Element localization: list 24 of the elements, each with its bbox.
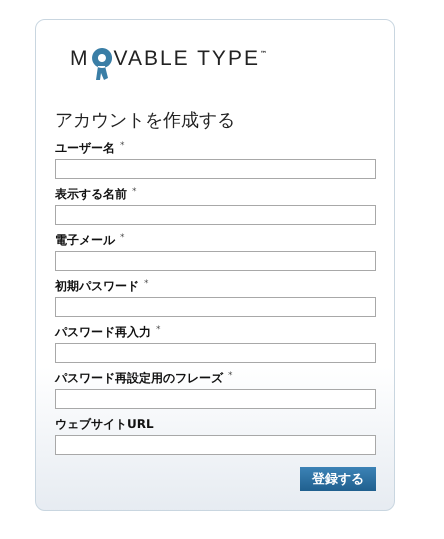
input-field[interactable] [55,435,376,455]
required-mark: * [132,186,136,198]
logo-text: M [70,46,90,72]
field-label: パスワード再入力 [55,324,151,341]
input-field[interactable] [55,297,376,317]
field-label: ユーザー名 [55,140,115,157]
field-label: 初期パスワード [55,278,139,295]
field-label: 電子メール [55,232,115,249]
input-field[interactable] [55,389,376,409]
input-field[interactable] [55,159,376,179]
field-label: パスワード再設定用のフレーズ [55,370,223,387]
input-field[interactable] [55,343,376,363]
required-mark: * [144,278,148,290]
field-label: 表示する名前 [55,186,127,203]
field-label: ウェブサイトURL [55,416,154,433]
input-field[interactable] [55,205,376,225]
required-mark: * [156,324,160,336]
logo-text: VABLE TYPE [114,46,260,72]
register-button[interactable]: 登録する [300,467,376,491]
input-field[interactable] [55,251,376,271]
page-title: アカウントを作成する [55,110,236,132]
required-mark: * [120,232,124,244]
required-mark: * [228,370,232,382]
required-mark: * [120,140,124,152]
